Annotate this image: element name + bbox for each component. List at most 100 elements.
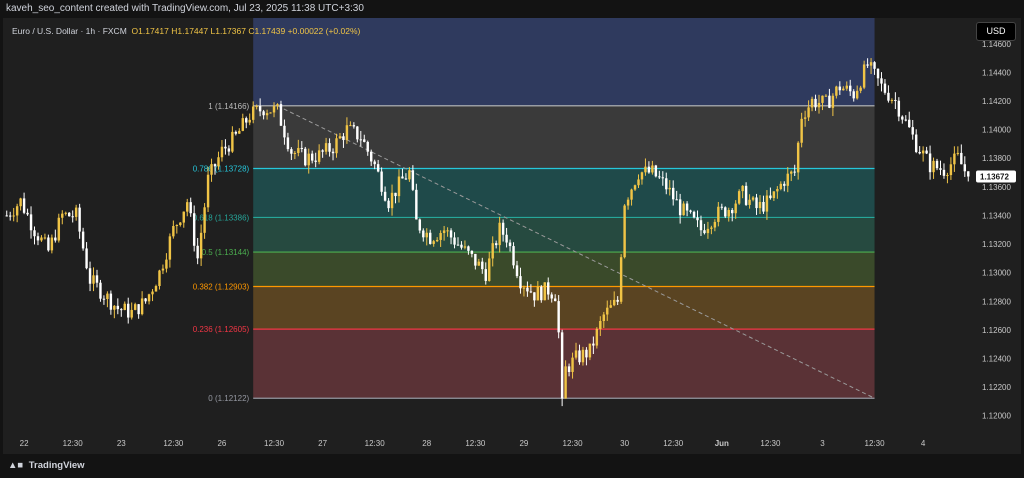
candle-body [429,232,432,244]
candle-body [734,203,737,214]
price-tick-label: 1.13200 [982,240,1011,249]
candle-body [158,270,161,287]
candle-body [394,192,397,197]
candle-body [460,244,463,248]
time-tick-label: 30 [620,439,629,448]
candle-body [74,207,78,217]
candle-body [703,230,706,234]
price-tick-label: 1.14400 [982,68,1011,77]
candle-body [165,259,168,269]
candle-body [147,294,151,302]
candle-body [338,136,342,139]
candle-body [619,257,623,302]
candle-body [71,216,74,218]
candle-body [533,292,536,301]
candle-body [557,301,560,333]
candle-body [727,210,730,217]
candle-body [206,174,210,208]
candle-body [817,102,821,108]
candle-body [567,366,571,372]
candle-body [526,287,529,292]
candle-body [95,275,99,283]
candle-body [279,104,283,126]
candle-body [671,187,675,200]
candle-body [432,241,435,244]
candle-body [689,210,692,212]
candle-body [26,212,29,215]
candle-body [633,185,637,190]
fib-zone-4 [253,286,875,330]
symbol-legend: Euro / U.S. Dollar · 1h · FXCM O1.17417 … [12,26,360,36]
open-value: O1.17417 [131,26,169,36]
candle-body [369,151,373,162]
price-chart[interactable]: 1 (1.14166) 0.786 (1.13728) 0.618 (1.13386… [0,0,1024,478]
time-tick-label: Jun [715,439,729,448]
candle-body [623,205,626,258]
time-tick-label: 12:30 [563,439,584,448]
candle-body [762,201,765,212]
candle-body [241,118,244,131]
candle-body [855,90,859,99]
time-tick-label: 29 [519,439,528,448]
candle-body [904,119,907,121]
candle-body [234,131,238,134]
currency-button[interactable]: USD [976,22,1016,41]
candle-body [859,87,862,91]
candle-body [890,99,894,101]
candle-body [862,64,866,88]
price-axis: 1.14600 1.14400 1.14200 1.14000 1.13800 1.136… [976,40,1016,421]
candle-body [453,237,456,245]
price-tick-label: 1.12400 [982,354,1011,363]
time-tick-label: 22 [20,439,29,448]
candle-body [123,303,126,311]
candle-body [547,282,550,295]
candle-body [494,243,498,246]
candle-body [401,176,404,179]
fib-level-label: 0.786 (1.13728) [193,164,250,173]
candle-body [744,185,748,205]
candle-body [682,203,685,216]
candle-body [769,195,772,199]
candle-body [880,78,883,84]
candle-body [213,164,217,167]
candle-body [349,125,352,127]
candle-body [560,332,564,399]
fib-level-label: 0.236 (1.12605) [193,325,250,334]
candle-body [935,160,939,169]
candle-body [522,287,526,289]
candle-body [210,164,213,175]
candle-body [120,309,123,311]
candle-body [99,282,102,299]
candle-body [564,366,567,399]
candle-body [317,150,321,162]
change-value: +0.00022 (+0.02%) [287,26,361,36]
candle-body [373,161,376,165]
candle-body [456,244,460,246]
candle-body [529,291,533,293]
price-tick-label: 1.14000 [982,126,1011,135]
time-tick-label: 28 [422,439,431,448]
candle-body [685,203,689,211]
candle-body [661,177,665,179]
candle-body [713,221,717,228]
candle-body [415,189,418,220]
candle-body [425,232,428,238]
time-tick-label: 12:30 [365,439,386,448]
time-tick-label: 12:30 [760,439,781,448]
price-tick-label: 1.13400 [982,211,1011,220]
candle-body [61,213,64,218]
time-tick-label: 26 [217,439,226,448]
candle-body [85,248,88,269]
candle-body [724,207,727,217]
tradingview-footer[interactable]: ▲■ TradingView [8,460,85,471]
candle-body [175,224,179,226]
candle-body [331,151,335,154]
candle-body [262,111,265,116]
candle-body [894,99,897,101]
candle-body [550,294,553,299]
fib-zone-2 [253,217,875,253]
close-value: C1.17439 [248,26,286,36]
candle-body [363,139,366,142]
candle-body [477,261,481,266]
candle-body [963,164,967,172]
